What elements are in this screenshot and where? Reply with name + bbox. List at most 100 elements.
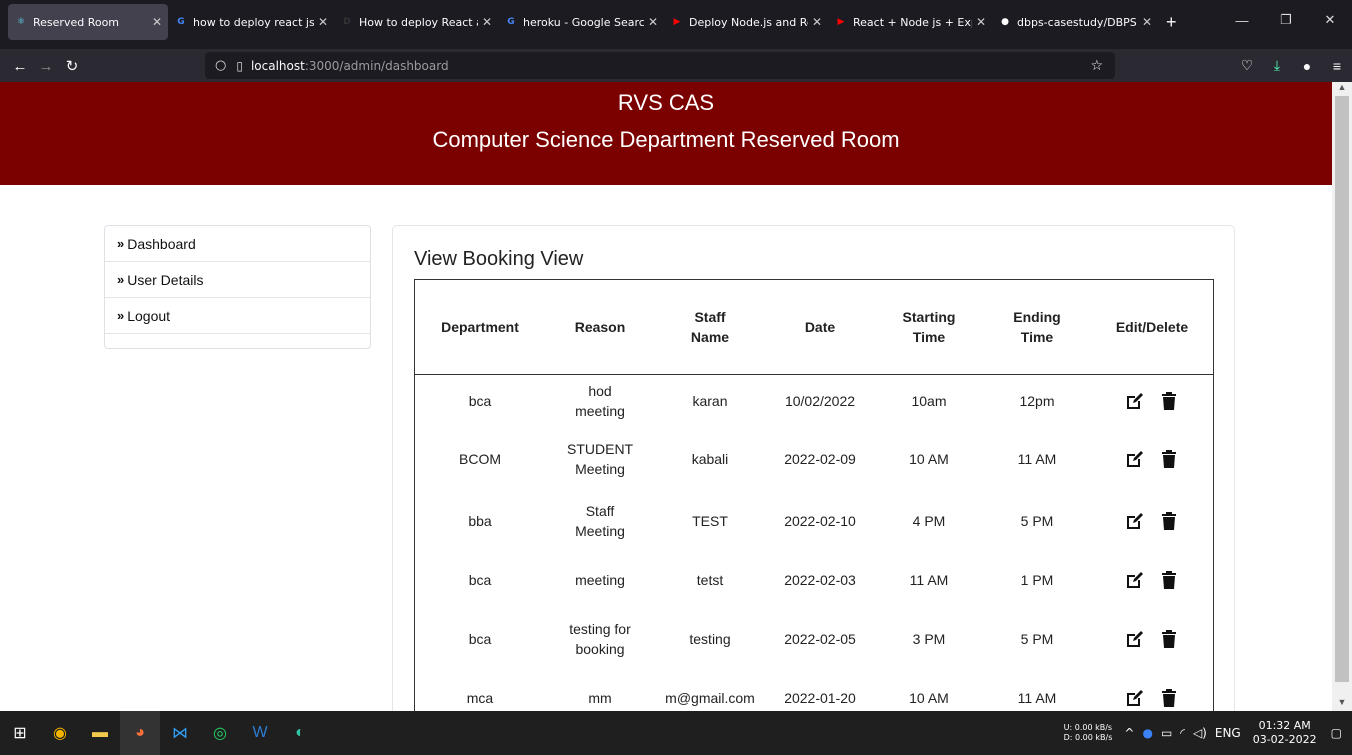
sidebar-item-label: Logout: [127, 307, 171, 324]
page-scrollbar[interactable]: ▲ ▼: [1332, 82, 1352, 711]
edit-icon[interactable]: [1124, 628, 1146, 650]
close-tab-icon[interactable]: ✕: [648, 15, 658, 29]
browser-tab[interactable]: Ghow to deploy react js in ✕: [168, 4, 334, 40]
download-icon[interactable]: ⤓: [1262, 57, 1292, 74]
cell-date: 2022-02-10: [784, 513, 856, 529]
sidebar-item-dashboard[interactable]: » Dashboard: [105, 226, 370, 262]
column-header: Staff Name: [655, 280, 765, 375]
clock[interactable]: 01:32 AM 03-02-2022: [1253, 719, 1317, 747]
back-icon[interactable]: ←: [8, 54, 32, 78]
cell-reason: Staff Meeting: [575, 503, 625, 539]
whatsapp-icon[interactable]: ◎: [200, 711, 240, 755]
trash-icon[interactable]: [1158, 687, 1180, 709]
forward-icon[interactable]: →: [34, 54, 58, 78]
cell-end: 5 PM: [1020, 631, 1054, 647]
github-icon: ●: [1001, 17, 1009, 27]
new-tab-icon[interactable]: +: [1158, 4, 1185, 40]
trash-icon[interactable]: [1158, 510, 1180, 532]
file-explorer-icon[interactable]: ▬: [80, 711, 120, 755]
account-icon[interactable]: ●: [1292, 58, 1322, 74]
language-indicator[interactable]: ENG: [1215, 726, 1241, 740]
windows-start-icon[interactable]: ⊞: [0, 711, 40, 755]
scroll-down-icon[interactable]: ▼: [1332, 697, 1352, 711]
tracking-shield-icon[interactable]: ○: [215, 58, 226, 73]
browser-tab[interactable]: ● dbps-casestudy/DBPS (D ✕: [992, 4, 1158, 40]
tab-title: dbps-casestudy/DBPS (D: [1017, 15, 1138, 29]
close-tab-icon[interactable]: ✕: [1142, 15, 1152, 29]
edit-icon[interactable]: [1124, 510, 1146, 532]
browser-tab[interactable]: Gheroku - Google Search ✕: [498, 4, 664, 40]
wifi-icon[interactable]: ◜: [1180, 726, 1185, 740]
column-header-text: Ending Time: [1013, 308, 1061, 345]
edit-icon[interactable]: [1124, 569, 1146, 591]
close-tab-icon[interactable]: ✕: [482, 15, 492, 29]
trash-icon[interactable]: [1158, 628, 1180, 650]
firefox-icon[interactable]: ◕: [120, 711, 160, 755]
minimize-icon[interactable]: —: [1220, 0, 1264, 40]
page-info-icon[interactable]: ▯: [236, 59, 243, 73]
pocket-icon[interactable]: ♡: [1232, 57, 1262, 74]
cell-department: bba: [468, 513, 492, 529]
toolbar-right: ♡ ⤓ ● ≡: [1232, 49, 1352, 82]
trash-icon[interactable]: [1158, 569, 1180, 591]
browser-tab-strip: ⚛Reserved Room✕Ghow to deploy react js i…: [0, 0, 1352, 49]
browser-tab[interactable]: ⚛ Reserved Room ✕: [8, 4, 168, 40]
page-title: View Booking View: [414, 248, 584, 270]
notification-icon[interactable]: ▢: [1331, 726, 1342, 740]
cell-reason: meeting: [575, 572, 625, 588]
cell-start: 10 AM: [909, 451, 949, 467]
table-row: bca testing for booking testing 2022-02-05 3…: [415, 608, 1213, 670]
chrome-icon[interactable]: ◉: [40, 711, 80, 755]
cell-start: 10 AM: [909, 690, 949, 706]
cell-actions: [1091, 608, 1213, 670]
browser-nav-bar: ← → ↻ ○ ▯ localhost:3000/admin/dashboard…: [0, 49, 1352, 82]
url-path: :3000/admin/dashboard: [304, 58, 449, 73]
system-tray: U: 0.00 kB/s D: 0.00 kB/s ^ ● ▭ ◜ ◁) ENG…: [1064, 711, 1352, 755]
battery-icon[interactable]: ▭: [1161, 726, 1172, 740]
edit-icon[interactable]: [1124, 390, 1146, 412]
clock-date: 03-02-2022: [1252, 733, 1317, 746]
cell-date: 2022-01-20: [784, 690, 856, 706]
chevron-up-icon[interactable]: ^: [1124, 726, 1134, 740]
browser-tab[interactable]: ▶ React + Node js + Expre ✕: [828, 4, 992, 40]
close-tab-icon[interactable]: ✕: [152, 15, 162, 29]
bluetooth-icon[interactable]: ●: [1142, 726, 1152, 740]
column-header-text: Starting Time: [902, 308, 956, 345]
close-tab-icon[interactable]: ✕: [812, 15, 822, 29]
edge-icon[interactable]: ◐: [280, 711, 320, 755]
cell-actions: [1091, 670, 1213, 711]
browser-tab[interactable]: ▶ Deploy Node.js and Rea ✕: [664, 4, 828, 40]
google-icon: G: [507, 17, 515, 27]
vscode-icon[interactable]: ⋈: [160, 711, 200, 755]
google-icon: G: [177, 17, 185, 27]
tab-title: How to deploy React ap: [359, 15, 478, 29]
column-header: Department: [415, 280, 545, 375]
windows-taskbar: ⊞ ◉ ▬ ◕ ⋈ ◎ W ◐ U: 0.00 kB/s D: 0.00 kB/…: [0, 711, 1352, 755]
bookmark-star-icon[interactable]: ☆: [1090, 58, 1103, 74]
close-window-icon[interactable]: ✕: [1308, 0, 1352, 40]
cell-end: 12pm: [1019, 393, 1055, 410]
sidebar-item-user-details[interactable]: » User Details: [105, 262, 370, 298]
edit-icon[interactable]: [1124, 687, 1146, 709]
edit-icon[interactable]: [1124, 448, 1146, 470]
close-tab-icon[interactable]: ✕: [318, 15, 328, 29]
menu-icon[interactable]: ≡: [1322, 58, 1352, 74]
sidebar-item-logout[interactable]: » Logout: [105, 298, 370, 334]
trash-icon[interactable]: [1158, 448, 1180, 470]
restore-icon[interactable]: ❐: [1264, 0, 1308, 40]
table-row: bca meeting tetst 2022-02-03 11 AM 1 PM: [415, 552, 1213, 608]
window-controls: — ❐ ✕: [1220, 0, 1352, 40]
address-bar[interactable]: ○ ▯ localhost:3000/admin/dashboard ☆: [205, 52, 1115, 79]
net-download: D: 0.00 kB/s: [1063, 733, 1113, 742]
site-subtitle: Computer Science Department Reserved Roo…: [432, 127, 900, 152]
table-row: mca mm m@gmail.com 2022-01-20 10 AM 11 AM: [415, 670, 1213, 711]
scrollbar-thumb[interactable]: [1335, 96, 1349, 682]
volume-icon[interactable]: ◁): [1193, 726, 1207, 740]
word-icon[interactable]: W: [240, 711, 280, 755]
close-tab-icon[interactable]: ✕: [976, 15, 986, 29]
browser-tab[interactable]: D How to deploy React ap ✕: [334, 4, 498, 40]
reload-icon[interactable]: ↻: [60, 54, 84, 78]
trash-icon[interactable]: [1158, 390, 1180, 412]
scroll-up-icon[interactable]: ▲: [1332, 82, 1352, 96]
youtube-icon: ▶: [673, 17, 681, 27]
